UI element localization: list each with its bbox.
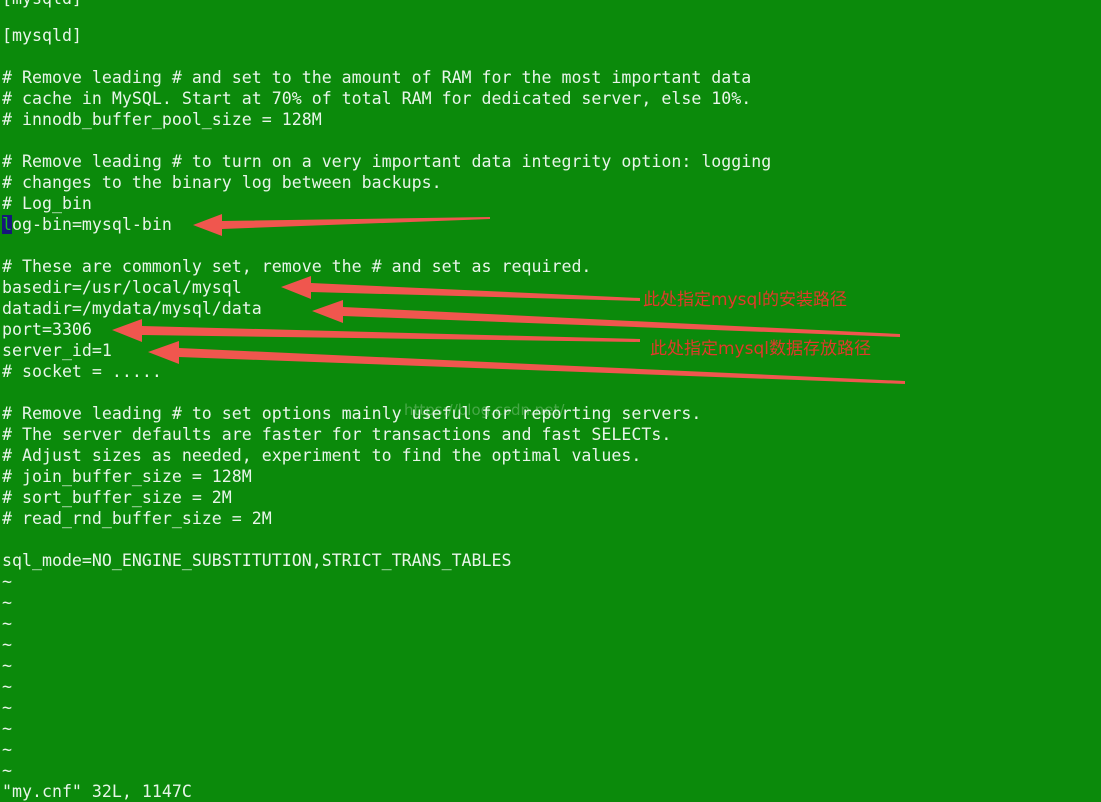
vim-block-cursor: l	[2, 215, 12, 234]
vim-tilde-row: ~	[2, 635, 12, 654]
vim-tilde-row: ~	[2, 656, 12, 675]
vim-tilde-row: ~	[2, 614, 12, 633]
vim-tilde-row: ~	[2, 572, 12, 591]
terminal-line-server-id: server_id=1	[2, 341, 112, 360]
terminal-line-21: # sort_buffer_size = 2M	[2, 488, 232, 507]
terminal-line-datadir: datadir=/mydata/mysql/data	[2, 299, 262, 318]
terminal-line-socket: # socket = .....	[2, 362, 162, 381]
terminal-line-10: # These are commonly set, remove the # a…	[2, 257, 592, 276]
terminal-line-4: # innodb_buffer_pool_size = 128M	[2, 110, 322, 129]
vim-tilde-row: ~	[2, 698, 12, 717]
terminal-text-buffer[interactable]: [mysqld] [mysqld] # Remove leading # and…	[0, 0, 1101, 802]
terminal-line-basedir: basedir=/usr/local/mysql	[2, 278, 242, 297]
vim-tilde-row: ~	[2, 593, 12, 612]
vim-tilde-row: ~	[2, 761, 12, 780]
terminal-line-2: # Remove leading # and set to the amount…	[2, 68, 752, 87]
terminal-line-6: # Remove leading # to turn on a very imp…	[2, 152, 772, 171]
terminal-line-19: # Adjust sizes as needed, experiment to …	[2, 446, 642, 465]
terminal-line-sql-mode: sql_mode=NO_ENGINE_SUBSTITUTION,STRICT_T…	[2, 551, 512, 570]
terminal-line-log-bin[interactable]: log-bin=mysql-bin	[2, 214, 172, 235]
vim-tilde-row: ~	[2, 677, 12, 696]
terminal-line-port: port=3306	[2, 320, 92, 339]
terminal-line-7: # changes to the binary log between back…	[2, 173, 442, 192]
terminal-screen: [mysqld] [mysqld] # Remove leading # and…	[0, 0, 1101, 802]
terminal-line-3: # cache in MySQL. Start at 70% of total …	[2, 89, 752, 108]
vim-status-line: "my.cnf" 32L, 1147C	[2, 782, 192, 801]
terminal-line-log-bin-rest: og-bin=mysql-bin	[12, 215, 172, 234]
vim-tilde-row: ~	[2, 719, 12, 738]
terminal-line-22: # read_rnd_buffer_size = 2M	[2, 509, 272, 528]
terminal-line-0: [mysqld]	[2, 26, 82, 45]
terminal-line-20: # join_buffer_size = 128M	[2, 467, 252, 486]
terminal-line-8: # Log_bin	[2, 194, 92, 213]
terminal-line-18: # The server defaults are faster for tra…	[2, 425, 672, 444]
terminal-line-clipped-top: [mysqld]	[2, 0, 82, 9]
terminal-line-17: # Remove leading # to set options mainly…	[2, 404, 702, 423]
vim-tilde-row: ~	[2, 740, 12, 759]
